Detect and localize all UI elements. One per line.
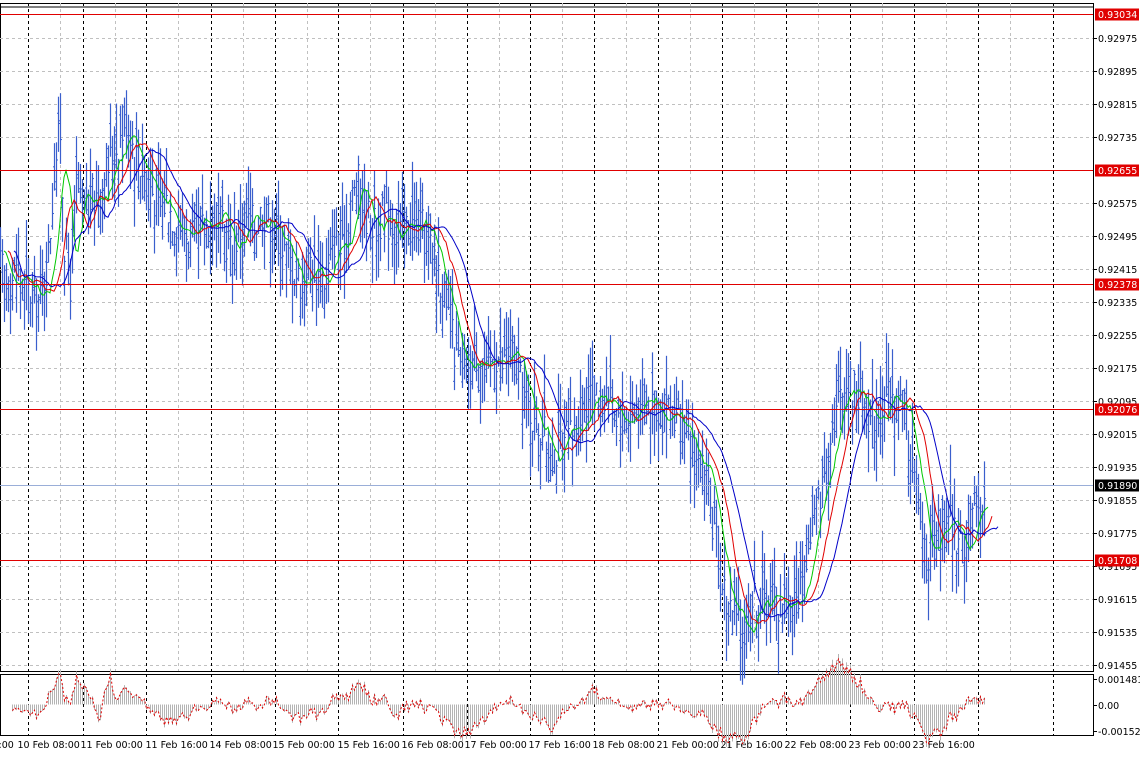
x-tick-label: 15 Feb 00:00 [273, 740, 335, 751]
level-price-label: 0.92655 [1098, 166, 1137, 177]
osc-tick-label: 0.00 [1098, 701, 1119, 712]
y-tick-label: 0.92895 [1098, 67, 1137, 78]
osc-tick-label: -0.001525 [1098, 727, 1140, 738]
y-tick-label: 0.91935 [1098, 463, 1137, 474]
chart-window[interactable]: 0.92975 0.92895 0.92815 0.92735 0.92575 0.924… [0, 0, 1140, 757]
x-tick-label: 10 Feb 08:00 [18, 740, 80, 751]
level-price-label: 0.92378 [1098, 280, 1137, 291]
y-tick-label: 0.91775 [1098, 529, 1137, 540]
x-tick-label: :00 [0, 740, 14, 751]
x-tick-label: 21 Feb 00:00 [657, 740, 719, 751]
x-tick-label: 16 Feb 08:00 [402, 740, 464, 751]
y-tick-label: 0.92335 [1098, 298, 1137, 309]
y-tick-label: 0.92495 [1098, 232, 1137, 243]
y-tick-label: 0.92415 [1098, 265, 1137, 276]
level-price-label: 0.93034 [1098, 10, 1137, 21]
price-chart[interactable]: 0.92975 0.92895 0.92815 0.92735 0.92575 0.924… [0, 0, 1140, 757]
y-tick-label: 0.92735 [1098, 133, 1137, 144]
y-tick-label: 0.92175 [1098, 364, 1137, 375]
x-tick-label: 11 Feb 16:00 [146, 740, 208, 751]
level-price-label: 0.91708 [1098, 556, 1137, 567]
y-tick-label: 0.91455 [1098, 661, 1137, 672]
y-tick-label: 0.92015 [1098, 430, 1137, 441]
x-tick-label: 18 Feb 08:00 [593, 740, 655, 751]
y-tick-label: 0.91855 [1098, 496, 1137, 507]
y-tick-label: 0.92575 [1098, 199, 1137, 210]
y-tick-label: 0.91535 [1098, 628, 1137, 639]
x-tick-label: 14 Feb 08:00 [210, 740, 272, 751]
y-tick-label: 0.92255 [1098, 331, 1137, 342]
osc-tick-label: 0.001481 [1098, 675, 1140, 686]
x-tick-label: 17 Feb 16:00 [529, 740, 591, 751]
x-tick-label: 23 Feb 16:00 [913, 740, 975, 751]
x-tick-label: 11 Feb 00:00 [81, 740, 143, 751]
x-tick-label: 21 Feb 16:00 [721, 740, 783, 751]
y-tick-label: 0.92815 [1098, 100, 1137, 111]
x-tick-label: 22 Feb 08:00 [785, 740, 847, 751]
y-tick-label: 0.92975 [1098, 34, 1137, 45]
x-tick-label: 23 Feb 00:00 [849, 740, 911, 751]
x-tick-label: 17 Feb 00:00 [465, 740, 527, 751]
level-price-label: 0.92076 [1098, 405, 1137, 416]
x-tick-label: 15 Feb 16:00 [338, 740, 400, 751]
current-price-label: 0.91890 [1098, 481, 1137, 492]
y-tick-label: 0.91615 [1098, 595, 1137, 606]
